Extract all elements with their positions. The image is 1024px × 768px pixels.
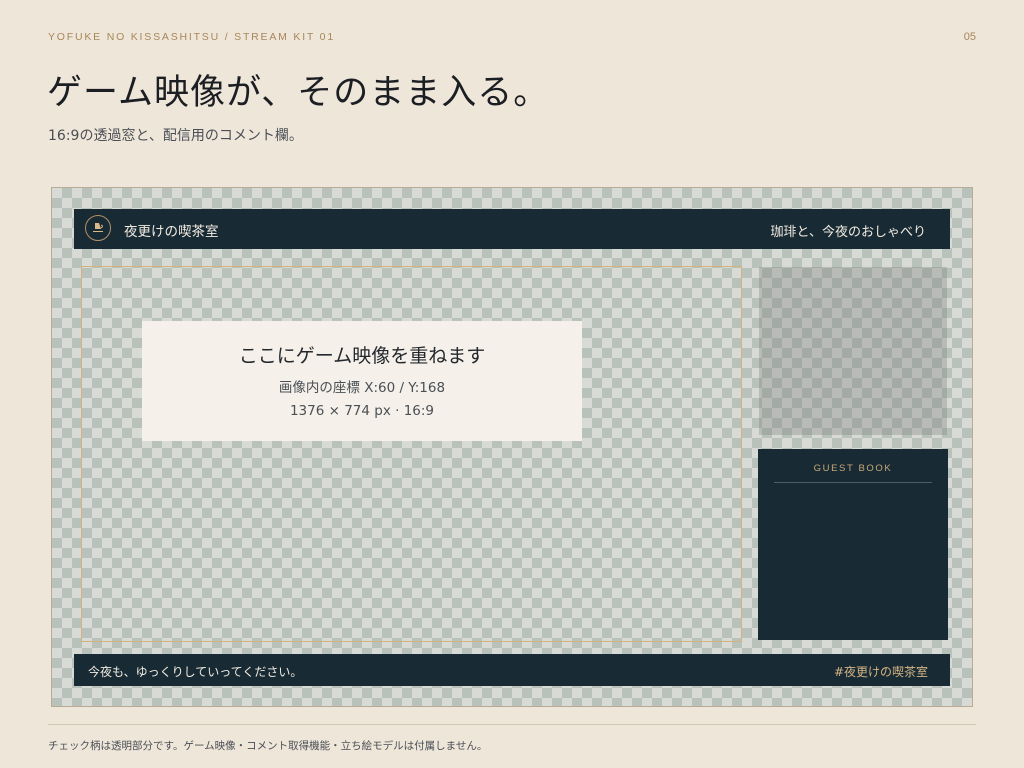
footer-note: チェック柄は透明部分です。ゲーム映像・コメント取得機能・立ち絵モデルは付属しませ… [48,740,488,752]
guest-book-panel: GUEST BOOK [758,449,948,640]
guest-book-title: GUEST BOOK [813,463,893,474]
page-number: 05 [963,31,976,43]
hashtag: #夜更けの喫茶室 [833,665,928,679]
kicker: YOFUKE NO KISSASHITSU / STREAM KIT 01 [48,31,335,43]
page-title: ゲーム映像が、そのまま入る。 [47,73,550,113]
placeholder-size: 1376 × 774 px · 16:9 [289,403,435,419]
tagline: 珈琲と、今夜のおしゃべり [770,225,926,240]
overlay-bottom-bar: 今夜も、ゆっくりしていってください。 #夜更けの喫茶室 [74,654,950,686]
page-subtitle: 16:9の透過窓と、配信用のコメント欄。 [48,128,303,144]
camera-window [759,267,947,435]
footer-divider [48,724,976,725]
placeholder-coords: 画像内の座標 X:60 / Y:168 [278,380,446,396]
game-placeholder-card: ここにゲーム映像を重ねます 画像内の座標 X:60 / Y:168 1376 ×… [142,321,582,441]
guest-book-divider [774,482,932,483]
cup-emblem-icon [85,215,111,241]
brand-name: 夜更けの喫茶室 [124,224,219,240]
overlay-top-bar: 夜更けの喫茶室 珈琲と、今夜のおしゃべり [74,209,950,249]
placeholder-title: ここにゲーム映像を重ねます [238,345,486,367]
welcome-message: 今夜も、ゆっくりしていってください。 [88,665,303,679]
overlay-preview: 夜更けの喫茶室 珈琲と、今夜のおしゃべり ここにゲーム映像を重ねます 画像内の座… [51,187,973,707]
